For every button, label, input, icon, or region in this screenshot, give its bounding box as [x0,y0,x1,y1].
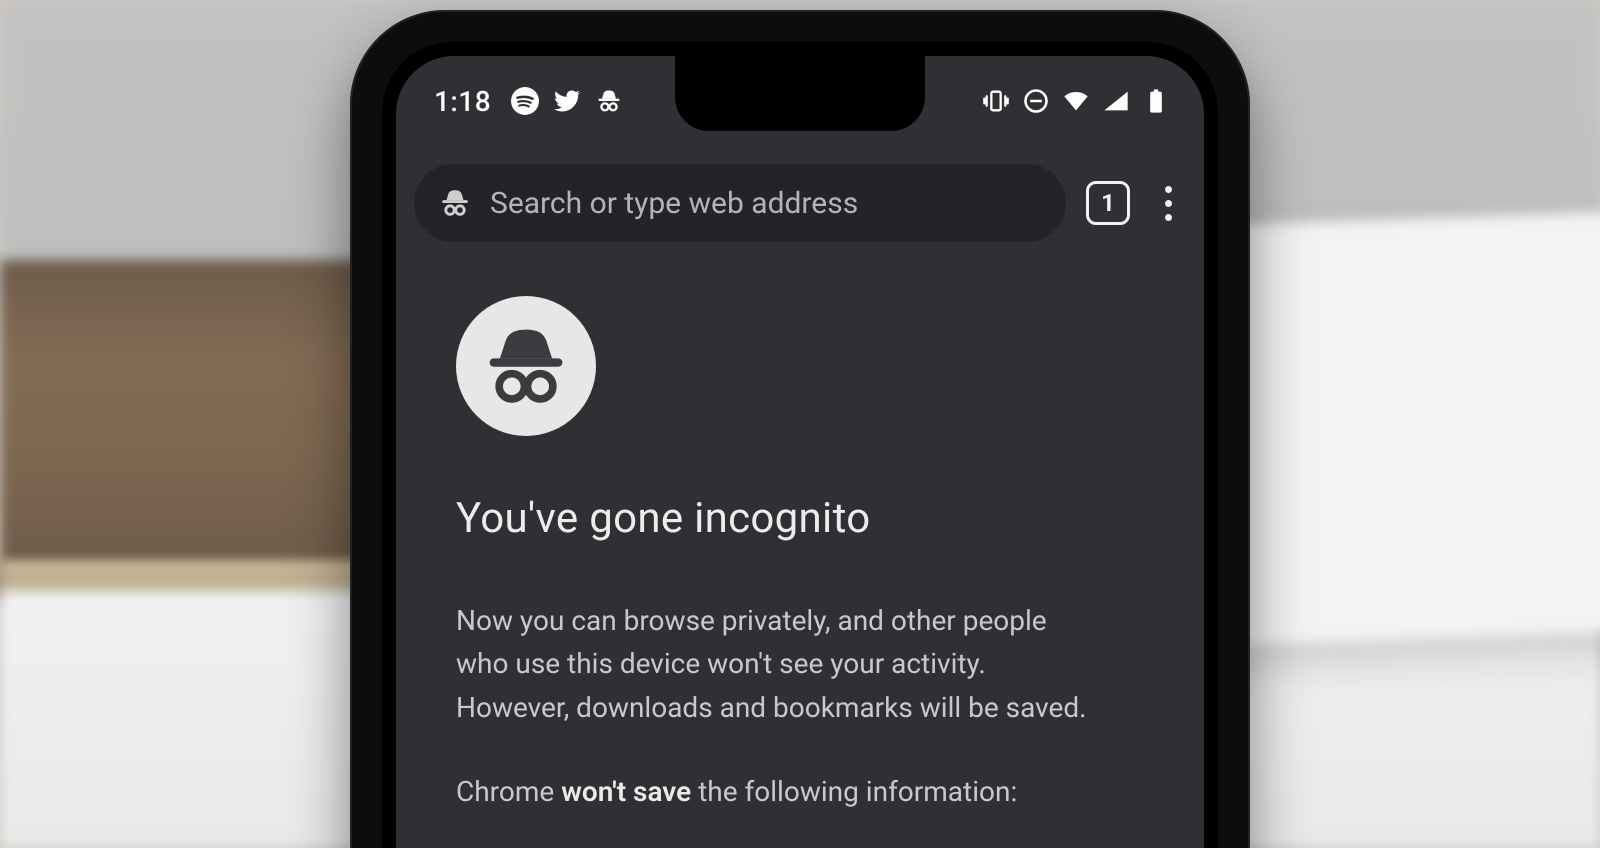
vibrate-icon [982,87,1010,115]
twitter-icon [553,87,581,115]
spotify-icon [511,87,539,115]
page-title: You've gone incognito [456,494,1144,543]
tab-switcher-button[interactable]: 1 [1086,181,1130,225]
phone-screen: 1:18 [396,56,1204,848]
intro-paragraph: Now you can browse privately, and other … [456,599,1096,729]
wifi-icon [1062,87,1090,115]
incognito-icon [438,186,472,220]
incognito-hero-icon [456,296,596,436]
search-input[interactable] [490,186,1042,221]
address-bar[interactable] [414,164,1066,242]
browser-toolbar: 1 [414,164,1186,242]
overflow-menu-button[interactable] [1150,186,1186,221]
display-notch [675,56,925,131]
tab-count: 1 [1101,189,1115,217]
wont-save-line: Chrome won't save the following informat… [456,775,1144,808]
battery-icon [1142,87,1170,115]
signal-icon [1102,87,1130,115]
incognito-landing: You've gone incognito Now you can browse… [456,296,1144,808]
status-clock: 1:18 [434,85,491,118]
photo-background: 1:18 [0,0,1600,848]
phone-frame: 1:18 [350,10,1250,848]
dnd-icon [1022,87,1050,115]
incognito-notification-icon [595,87,623,115]
